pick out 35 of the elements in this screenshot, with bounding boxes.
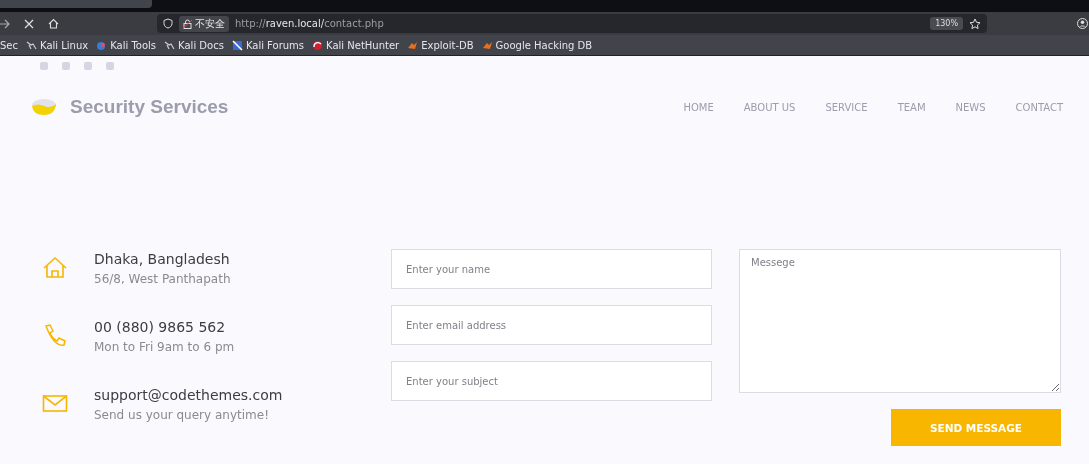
bookmark[interactable]: Kali Forums [231,39,305,51]
target-icon [312,39,324,51]
bookmark[interactable]: Kali Linux [26,39,89,51]
forum-icon [231,39,243,51]
home-icon[interactable] [48,18,59,29]
shield-icon[interactable] [163,18,173,29]
account-icon[interactable] [1077,18,1088,29]
contact-title: 00 (880) 9865 562 [94,319,227,335]
forward-icon[interactable] [0,18,10,29]
bookmark[interactable]: Kali NetHunter [312,39,400,51]
star-icon[interactable] [969,17,981,30]
app-icon [96,39,108,51]
security-indicator[interactable]: 不安全 [179,15,229,32]
address-bar[interactable]: 不安全 http://raven.local/contact.php 130% [157,14,987,33]
phone-icon [42,323,68,347]
bookmark[interactable]: Google Hacking DB [481,39,593,51]
lock-icon [183,18,192,29]
bookmark[interactable]: Kali Docs [164,39,224,51]
url-text: http://raven.local/contact.php [235,18,384,29]
bookmark[interactable]: Exploit-DB [407,39,474,51]
input-field[interactable]: Enter your subject [391,361,712,401]
zoom-level[interactable]: 130% [930,17,963,30]
bookmark[interactable]: Sec [0,39,18,51]
contact-subtitle: Mon to Fri 9am to 6 pm [94,340,235,354]
input-field[interactable]: Enter your name [391,249,712,289]
home-icon [42,255,68,279]
contact-title: Dhaka, Bangladesh [94,251,231,267]
message-field[interactable]: Messege [739,249,1061,393]
security-label: 不安全 [195,16,225,31]
input-field[interactable]: Enter email address [391,305,712,345]
contact-title: support@codethemes.com [94,387,283,403]
contact-subtitle: 56/8, West Panthapath [94,272,231,286]
close-icon[interactable] [24,18,34,29]
bookmark[interactable]: Kali Tools [96,39,157,51]
contact-subtitle: Send us your query anytime! [94,408,270,422]
